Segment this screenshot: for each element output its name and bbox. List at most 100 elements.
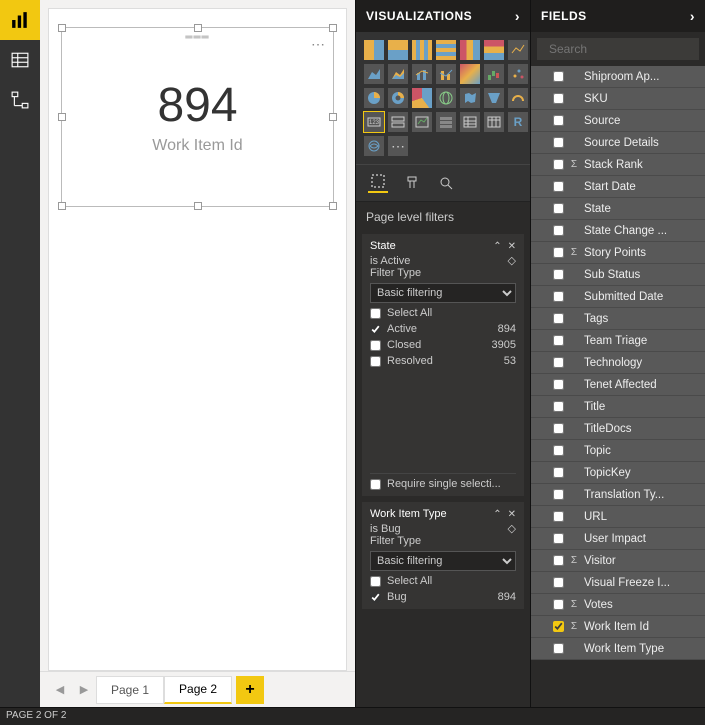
field-checkbox[interactable] xyxy=(553,445,564,456)
drag-grip-icon[interactable]: ═══ xyxy=(185,32,209,43)
fields-tab-icon[interactable] xyxy=(368,173,388,193)
viz-stacked-bar-icon[interactable] xyxy=(364,40,384,60)
viz-line-icon[interactable] xyxy=(508,40,528,60)
resize-handle[interactable] xyxy=(329,202,337,210)
field-checkbox[interactable] xyxy=(553,71,564,82)
resize-handle[interactable] xyxy=(194,24,202,32)
viz-r-icon[interactable]: R xyxy=(508,112,528,132)
filter-option-checkbox[interactable] xyxy=(370,356,381,367)
field-item[interactable]: Sub Status xyxy=(531,264,705,286)
report-page-canvas[interactable]: ═══ ⋯ 894 Work Item Id xyxy=(48,8,347,671)
resize-handle[interactable] xyxy=(58,202,66,210)
viz-100stacked-bar-icon[interactable] xyxy=(460,40,480,60)
eraser-icon[interactable]: ◇ xyxy=(508,522,516,535)
field-checkbox[interactable] xyxy=(553,225,564,236)
viz-area-icon[interactable] xyxy=(364,64,384,84)
fields-search[interactable] xyxy=(537,38,699,60)
field-item[interactable]: Title xyxy=(531,396,705,418)
close-icon[interactable]: ✕ xyxy=(508,509,516,520)
card-visual[interactable]: ═══ ⋯ 894 Work Item Id xyxy=(61,27,334,207)
field-item[interactable]: Translation Ty... xyxy=(531,484,705,506)
field-item[interactable]: Shiproom Ap... xyxy=(531,66,705,88)
fields-header[interactable]: FIELDS › xyxy=(531,0,705,32)
next-page-button[interactable]: ▶ xyxy=(72,678,96,702)
field-item[interactable]: ΣStack Rank xyxy=(531,154,705,176)
field-checkbox[interactable] xyxy=(553,511,564,522)
field-checkbox[interactable] xyxy=(553,555,564,566)
filter-option-checkbox[interactable] xyxy=(370,324,381,335)
viz-treemap-icon[interactable] xyxy=(412,88,432,108)
resize-handle[interactable] xyxy=(58,24,66,32)
viz-combo-icon[interactable] xyxy=(412,64,432,84)
field-checkbox[interactable] xyxy=(553,313,564,324)
field-item[interactable]: Source Details xyxy=(531,132,705,154)
field-checkbox[interactable] xyxy=(553,533,564,544)
field-checkbox[interactable] xyxy=(553,401,564,412)
field-checkbox[interactable] xyxy=(553,203,564,214)
viz-matrix-icon[interactable] xyxy=(484,112,504,132)
viz-funnel-icon[interactable] xyxy=(484,88,504,108)
format-tab-icon[interactable] xyxy=(402,173,422,193)
field-item[interactable]: ΣWork Item Id xyxy=(531,616,705,638)
viz-ribbon-icon[interactable] xyxy=(460,64,480,84)
viz-import-icon[interactable]: ⋯ xyxy=(388,136,408,156)
field-checkbox[interactable] xyxy=(553,181,564,192)
viz-map-icon[interactable] xyxy=(436,88,456,108)
resize-handle[interactable] xyxy=(329,113,337,121)
viz-scatter-icon[interactable] xyxy=(508,64,528,84)
field-item[interactable]: ΣVotes xyxy=(531,594,705,616)
data-view-button[interactable] xyxy=(0,40,40,80)
resize-handle[interactable] xyxy=(329,24,337,32)
require-single-checkbox[interactable] xyxy=(370,479,381,490)
field-item[interactable]: Work Item Type xyxy=(531,638,705,660)
field-checkbox[interactable] xyxy=(553,335,564,346)
viz-clustered-bar-icon[interactable] xyxy=(412,40,432,60)
field-checkbox[interactable] xyxy=(553,93,564,104)
field-checkbox[interactable] xyxy=(553,489,564,500)
resize-handle[interactable] xyxy=(58,113,66,121)
field-checkbox[interactable] xyxy=(553,643,564,654)
add-page-button[interactable]: + xyxy=(236,676,264,704)
select-all-checkbox[interactable] xyxy=(370,576,381,587)
field-item[interactable]: Topic xyxy=(531,440,705,462)
field-item[interactable]: Start Date xyxy=(531,176,705,198)
field-item[interactable]: Tenet Affected xyxy=(531,374,705,396)
viz-filled-map-icon[interactable] xyxy=(460,88,480,108)
field-item[interactable]: SKU xyxy=(531,88,705,110)
viz-kpi-icon[interactable] xyxy=(412,112,432,132)
field-item[interactable]: Source xyxy=(531,110,705,132)
collapse-icon[interactable]: ⌃ xyxy=(493,241,501,252)
field-item[interactable]: Team Triage xyxy=(531,330,705,352)
filter-option[interactable]: Resolved53 xyxy=(370,355,516,367)
search-input[interactable] xyxy=(549,42,704,56)
more-options-icon[interactable]: ⋯ xyxy=(311,36,325,53)
field-item[interactable]: ΣStory Points xyxy=(531,242,705,264)
field-checkbox[interactable] xyxy=(553,291,564,302)
viz-card-icon[interactable]: 123 xyxy=(364,112,384,132)
viz-slicer-icon[interactable] xyxy=(436,112,456,132)
filter-option-checkbox[interactable] xyxy=(370,340,381,351)
viz-gauge-icon[interactable] xyxy=(508,88,528,108)
resize-handle[interactable] xyxy=(194,202,202,210)
analytics-tab-icon[interactable] xyxy=(436,173,456,193)
viz-stacked-column-icon[interactable] xyxy=(388,40,408,60)
field-checkbox[interactable] xyxy=(553,137,564,148)
field-item[interactable]: State xyxy=(531,198,705,220)
field-checkbox[interactable] xyxy=(553,379,564,390)
viz-100stacked-column-icon[interactable] xyxy=(484,40,504,60)
field-checkbox[interactable] xyxy=(553,423,564,434)
viz-pie-icon[interactable] xyxy=(364,88,384,108)
report-view-button[interactable] xyxy=(0,0,40,40)
field-item[interactable]: Technology xyxy=(531,352,705,374)
field-checkbox[interactable] xyxy=(553,115,564,126)
collapse-icon[interactable]: ⌃ xyxy=(493,509,501,520)
field-item[interactable]: URL xyxy=(531,506,705,528)
field-checkbox[interactable] xyxy=(553,577,564,588)
viz-table-icon[interactable] xyxy=(460,112,480,132)
prev-page-button[interactable]: ◀ xyxy=(48,678,72,702)
field-item[interactable]: Submitted Date xyxy=(531,286,705,308)
viz-donut-icon[interactable] xyxy=(388,88,408,108)
viz-arcgis-icon[interactable] xyxy=(364,136,384,156)
page-tab[interactable]: Page 1 xyxy=(96,676,164,704)
filter-type-select[interactable]: Basic filtering xyxy=(370,551,516,571)
